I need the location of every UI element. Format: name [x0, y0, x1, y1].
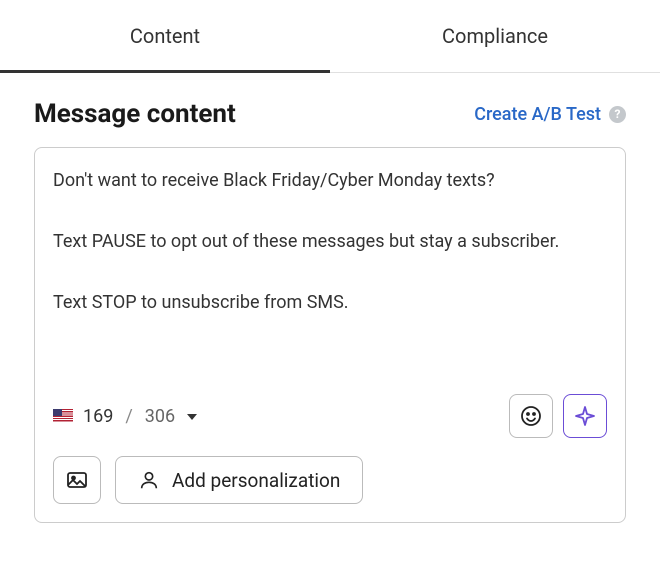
char-count-max: 306: [145, 406, 175, 427]
section-title: Message content: [34, 99, 236, 129]
person-icon: [138, 469, 160, 491]
char-count-separator: /: [125, 406, 132, 427]
tab-compliance[interactable]: Compliance: [330, 0, 660, 72]
active-tab-indicator: [0, 70, 330, 73]
emoji-icon: [519, 404, 543, 428]
message-textarea[interactable]: Don't want to receive Black Friday/Cyber…: [53, 166, 607, 366]
tab-content[interactable]: Content: [0, 0, 330, 72]
caret-down-icon: [187, 414, 197, 420]
char-counter[interactable]: 169 / 306: [53, 406, 197, 427]
create-ab-test-link[interactable]: Create A/B Test: [474, 104, 601, 125]
us-flag-icon: [53, 409, 73, 423]
add-personalization-button[interactable]: Add personalization: [115, 456, 363, 504]
image-icon: [65, 468, 89, 492]
char-count-current: 169: [83, 406, 113, 427]
sparkle-icon: [573, 404, 597, 428]
message-editor: Don't want to receive Black Friday/Cyber…: [34, 147, 626, 523]
add-personalization-label: Add personalization: [172, 469, 340, 492]
help-icon[interactable]: ?: [609, 106, 626, 123]
ai-sparkle-button[interactable]: [563, 394, 607, 438]
tab-bar: Content Compliance: [0, 0, 660, 73]
add-image-button[interactable]: [53, 456, 101, 504]
emoji-button[interactable]: [509, 394, 553, 438]
